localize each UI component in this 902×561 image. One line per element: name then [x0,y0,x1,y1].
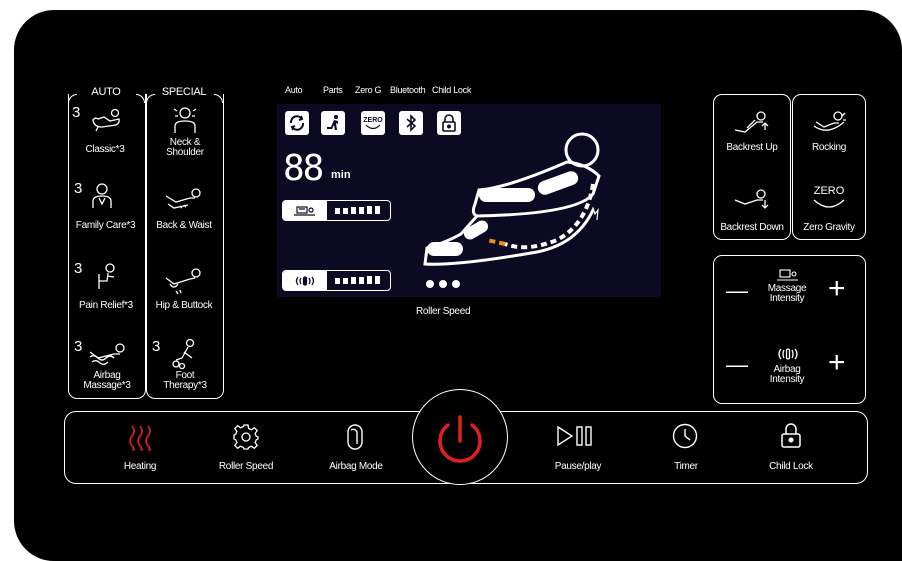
pause-play-label[interactable]: Pause/play [548,461,608,472]
zero-gravity-badge-icon: ZERO [361,111,385,135]
pause-play-icon[interactable] [556,425,594,447]
pain-relief-label[interactable]: Pain Relief*3 [70,300,142,311]
power-icon [437,414,482,463]
gear-icon[interactable] [233,424,259,450]
tab-auto[interactable]: Auto [285,85,303,96]
massage-level-block [359,206,364,214]
airbag-intensity-bar [282,270,391,291]
airbag-level-block [343,277,348,284]
foot-therapy-icon[interactable] [170,338,198,370]
backrest-up-label[interactable]: Backrest Up [716,142,788,153]
hip-buttock-label[interactable]: Hip & Buttock [148,300,220,311]
power-button[interactable] [412,389,508,485]
clock-icon[interactable] [672,423,698,449]
airbag-intensity-icon [776,347,800,361]
child-lock-label[interactable]: Child Lock [762,461,820,472]
massage-level-block [367,206,372,214]
airbag-massage-icon[interactable] [88,342,128,366]
massage-intensity-icon [776,268,800,282]
zero-word[interactable]: ZERO [812,185,846,197]
pain-relief-count: 3 [74,260,83,277]
foot-therapy-label[interactable]: Foot Therapy*3 [156,371,214,391]
airbag-intensity-label: Airbag Intensity [769,364,805,385]
zero-gravity-label[interactable]: Zero Gravity [794,222,864,233]
roller-speed-label[interactable]: Roller Speed [212,461,280,472]
tab-zero-g[interactable]: Zero G [355,85,382,96]
massage-level-block [375,205,380,214]
lcd-screen: ZERO 88 min [277,104,661,297]
rocking-label[interactable]: Rocking [794,142,864,153]
backrest-down-label[interactable]: Backrest Down [714,222,790,233]
back-waist-label[interactable]: Back & Waist [148,220,220,231]
classic-count: 3 [72,104,81,121]
massage-intensity-minus[interactable]: — [726,278,748,304]
timer-value: 88 [283,148,324,189]
massage-level-block [343,207,348,214]
tab-child-lock[interactable]: Child Lock [432,85,471,96]
massage-level-block [351,207,356,214]
heating-icon[interactable] [128,424,152,452]
hip-buttock-icon[interactable] [164,266,204,296]
airbag-level-block [351,277,356,284]
classic-label[interactable]: Classic*3 [70,144,140,155]
neck-shoulder-label[interactable]: Neck & Shoulder [160,138,210,158]
airbag-intensity-plus[interactable]: + [828,346,846,380]
timer-unit: min [331,169,351,181]
child-lock-icon[interactable] [780,422,802,448]
airbag-massage-count: 3 [74,338,83,355]
auto-group-title: AUTO [91,86,121,98]
airbag-level-block [359,276,364,284]
airbag-level-block [335,278,340,284]
massage-intensity-bar [282,200,391,221]
heating-label[interactable]: Heating [110,461,170,472]
person-icon[interactable] [91,182,113,210]
airbag-level-block [367,276,372,284]
massage-level-block [335,208,340,214]
timer-label[interactable]: Timer [664,461,708,472]
zero-badge-text: ZERO [363,116,383,124]
zero-gravity-icon[interactable] [812,198,846,210]
tab-parts[interactable]: Parts [323,85,343,96]
neck-shoulder-icon[interactable] [171,104,199,134]
seated-person-icon[interactable] [94,262,118,290]
backrest-down-icon[interactable] [733,186,771,212]
family-care-label[interactable]: Family Care*3 [68,220,143,231]
massage-roller-icon [283,201,327,220]
airbag-wave-icon [283,271,327,290]
back-waist-icon[interactable] [164,186,204,210]
recline-chair-icon[interactable] [90,107,124,133]
tab-bluetooth[interactable]: Bluetooth [390,85,426,96]
massage-person-icon [321,111,345,135]
airbag-level-block [375,275,380,284]
airbag-mode-icon[interactable] [347,424,363,450]
refresh-icon [285,111,309,135]
massage-chair-illustration [417,124,617,289]
massage-intensity-plus[interactable]: + [828,272,846,306]
airbag-mode-label[interactable]: Airbag Mode [324,461,388,472]
airbag-massage-label[interactable]: Airbag Massage*3 [72,371,142,391]
rocking-icon[interactable] [812,110,848,134]
airbag-intensity-minus[interactable]: — [726,352,748,378]
backrest-up-icon[interactable] [733,110,771,136]
foot-therapy-count: 3 [152,338,161,355]
special-group-title: SPECIAL [161,86,207,98]
massage-intensity-label: Massage Intensity [767,283,807,304]
family-care-count: 3 [74,180,83,197]
roller-speed-caption: Roller Speed [416,306,471,317]
